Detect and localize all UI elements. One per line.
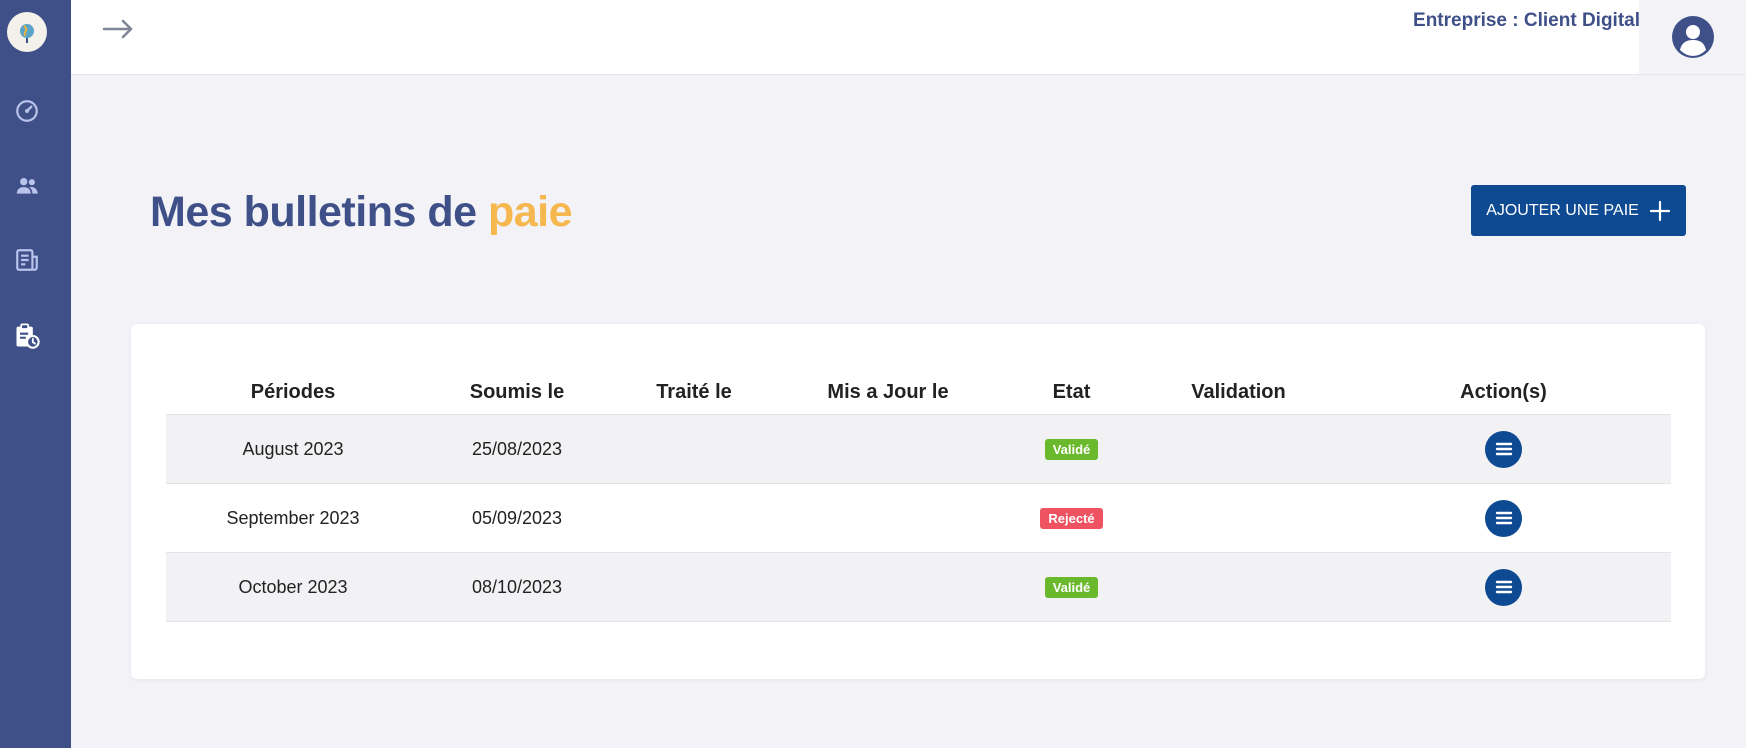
period-cell: August 2023 [166,414,420,484]
add-payslip-button[interactable]: AJOUTER UNE PAIE [1471,185,1686,236]
top-bar: Entreprise : Client Digital [71,0,1746,75]
document-icon [16,249,38,271]
status-cell: Rejecté [1002,483,1141,553]
row-menu-button[interactable] [1485,430,1522,468]
actions-cell [1336,552,1671,622]
plus-icon [1649,200,1670,221]
app-logo[interactable] [7,12,47,52]
processed-date-cell [614,552,774,622]
globe-logo-icon [20,24,34,43]
status-badge: Validé [1044,439,1099,460]
status-cell: Validé [1002,552,1141,622]
payslips-table: Périodes Soumis le Traité le Mis a Jour … [166,370,1671,622]
column-header-submitted: Soumis le [469,380,565,403]
processed-date-cell [614,414,774,484]
submitted-date-cell: 08/10/2023 [420,552,614,622]
status-cell: Validé [1002,414,1141,484]
nav-documents[interactable] [13,246,41,274]
nav-employees[interactable] [13,172,41,200]
speedometer-icon [16,100,38,122]
page-title-main: Mes bulletins de [150,188,488,236]
table-row: October 2023 08/10/2023 Validé [166,552,1671,622]
add-payslip-button-label: AJOUTER UNE PAIE [1486,201,1639,219]
page-title: Mes bulletins de paie [150,188,573,237]
table-header-row: Périodes Soumis le Traité le Mis a Jour … [166,370,1671,415]
status-badge: Validé [1044,577,1099,598]
menu-icon [1495,511,1512,525]
actions-cell [1336,483,1671,553]
menu-icon [1495,442,1512,456]
row-menu-button[interactable] [1485,499,1522,537]
submitted-date-cell: 25/08/2023 [420,414,614,484]
processed-date-cell [614,483,774,553]
status-badge: Rejecté [1040,508,1103,529]
column-header-validation: Validation [1191,380,1286,403]
nav-dashboard[interactable] [13,97,41,125]
column-header-periods: Périodes [250,380,336,403]
column-header-status: Etat [1052,380,1091,403]
updated-date-cell [774,483,1002,553]
column-header-actions: Action(s) [1460,380,1547,403]
payslips-card: Périodes Soumis le Traité le Mis a Jour … [131,324,1705,679]
user-avatar-icon [1671,16,1714,58]
validation-cell [1141,552,1336,622]
validation-cell [1141,414,1336,484]
period-cell: October 2023 [166,552,420,622]
validation-cell [1141,483,1336,553]
period-cell: September 2023 [166,483,420,553]
clipboard-clock-icon [16,323,40,349]
user-menu-button[interactable] [1639,0,1746,74]
updated-date-cell [774,552,1002,622]
table-row: August 2023 25/08/2023 Validé [166,414,1671,484]
row-menu-button[interactable] [1485,568,1522,606]
page-title-accent: paie [487,188,573,236]
submitted-date-cell: 05/09/2023 [420,483,614,553]
menu-icon [1495,580,1512,594]
nav-payslips[interactable] [13,322,41,350]
arrow-right-icon [102,19,133,39]
updated-date-cell [774,414,1002,484]
users-icon [16,177,38,194]
actions-cell [1336,414,1671,484]
column-header-updated: Mis a Jour le [827,380,949,403]
sidebar [0,0,71,748]
table-row: September 2023 05/09/2023 Rejecté [166,483,1671,553]
column-header-processed: Traité le [656,380,732,403]
sidebar-toggle-button[interactable] [101,14,135,44]
company-label: Entreprise : Client Digital [1413,10,1640,31]
